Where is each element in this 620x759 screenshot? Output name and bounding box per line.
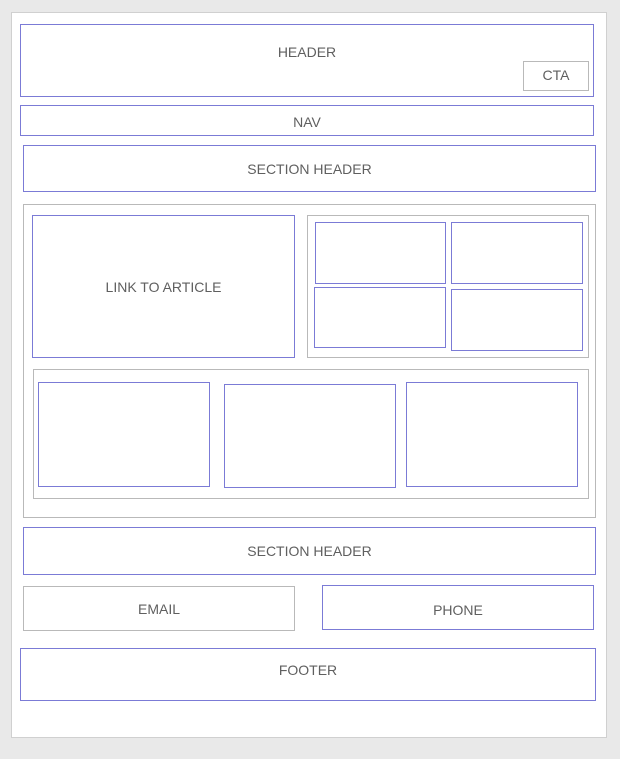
email-label: EMAIL	[137, 601, 180, 617]
section-header-1-label: SECTION HEADER	[247, 161, 372, 177]
cta-label: CTA	[542, 67, 570, 83]
cta-button[interactable]: CTA	[523, 61, 589, 91]
article-link-label: LINK TO ARTICLE	[105, 279, 222, 295]
header-label: HEADER	[277, 44, 337, 60]
nav-bar[interactable]: NAV	[20, 105, 594, 136]
article-link-card[interactable]: LINK TO ARTICLE	[32, 215, 295, 358]
section-header-2-label: SECTION HEADER	[247, 543, 372, 559]
footer-block: FOOTER	[20, 648, 596, 701]
content-card[interactable]	[224, 384, 396, 488]
thumbnail-tile[interactable]	[315, 222, 446, 284]
nav-label: NAV	[293, 114, 321, 130]
thumbnail-tile[interactable]	[451, 222, 583, 284]
phone-block[interactable]: PHONE	[322, 585, 594, 630]
content-card[interactable]	[38, 382, 210, 487]
thumbnail-tile[interactable]	[314, 287, 446, 348]
footer-label: FOOTER	[278, 662, 338, 678]
section-header-2: SECTION HEADER	[23, 527, 596, 575]
section-header-1: SECTION HEADER	[23, 145, 596, 192]
phone-label: PHONE	[433, 602, 483, 618]
email-block[interactable]: EMAIL	[23, 586, 295, 631]
header-block: HEADER CTA	[20, 24, 594, 97]
thumbnail-tile[interactable]	[451, 289, 583, 351]
content-card[interactable]	[406, 382, 578, 487]
